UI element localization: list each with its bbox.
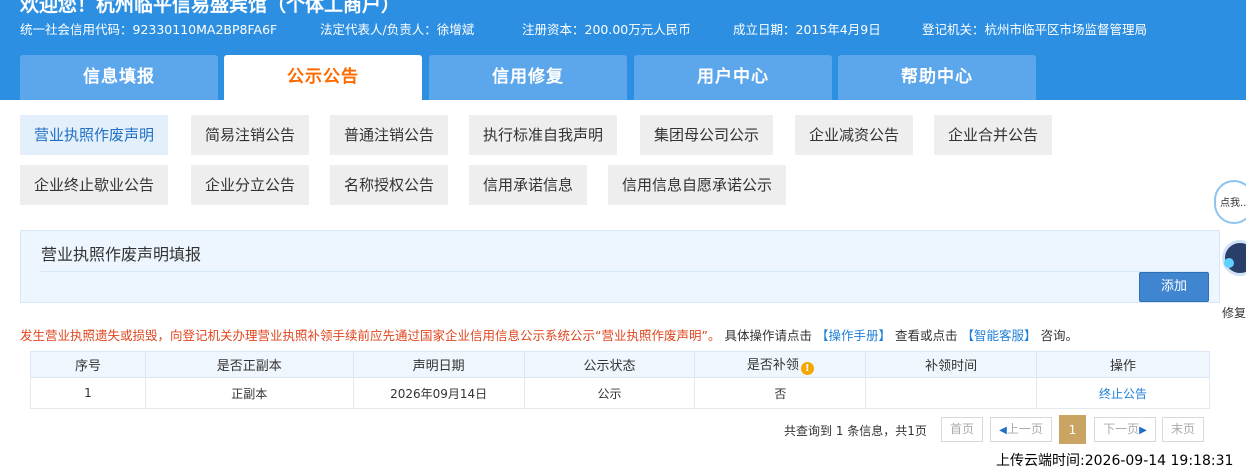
category-standard-declaration[interactable]: 执行标准自我声明	[469, 115, 618, 155]
assistant-bubble[interactable]: 点我...	[1214, 180, 1246, 224]
col-header-copy: 是否正副本	[144, 351, 354, 378]
category-capital-reduction[interactable]: 企业减资公告	[795, 115, 914, 155]
established-date: 成立日期：2015年4月9日	[733, 22, 881, 37]
tab-user-center[interactable]: 用户中心	[634, 55, 832, 100]
notice-part2: 查看或点击	[894, 328, 958, 343]
col-header-action: 操作	[1036, 351, 1210, 378]
smart-assistant[interactable]: 点我... 修复	[1214, 180, 1246, 320]
last-page-button[interactable]: 末页	[1162, 417, 1204, 442]
manual-link[interactable]: 【操作手册】	[816, 328, 891, 343]
info-icon[interactable]: !	[800, 362, 814, 375]
category-name-authorization[interactable]: 名称授权公告	[330, 165, 449, 205]
col-header-date: 声明日期	[352, 351, 525, 378]
notice-part3: 咨询。	[1040, 328, 1078, 343]
category-termination[interactable]: 企业终止歇业公告	[20, 165, 169, 205]
next-page-label: 下一页	[1103, 422, 1140, 436]
category-simple-cancel[interactable]: 简易注销公告	[191, 115, 310, 155]
upload-time: 上传云端时间:2026-09-14 19:18:31	[996, 453, 1234, 469]
next-page-button[interactable]: 下一页▶	[1094, 417, 1156, 442]
pager-summary: 共查询到 1 条信息，共1页	[784, 424, 927, 438]
first-page-button[interactable]: 首页	[941, 417, 983, 442]
cell-reissue: 否	[694, 377, 867, 409]
panel-divider	[41, 271, 1209, 272]
cell-reissue-time	[865, 377, 1038, 409]
credit-code: 统一社会信用代码：92330110MA2BP8FA6F	[20, 22, 278, 37]
tab-info-report[interactable]: 信息填报	[20, 55, 218, 100]
category-merger[interactable]: 企业合并公告	[934, 115, 1053, 155]
prev-page-button[interactable]: ◀上一页	[990, 417, 1052, 442]
category-normal-cancel[interactable]: 普通注销公告	[330, 115, 449, 155]
table-header-row: 序号 是否正副本 声明日期 公示状态 是否补领! 补领时间 操作	[30, 351, 1210, 378]
form-panel: 营业执照作废声明填报	[20, 230, 1220, 303]
tab-public-notice[interactable]: 公示公告	[224, 55, 422, 100]
table-row: 1 正副本 2026年09月14日 公示 否 终止公告	[30, 377, 1210, 409]
chevron-right-icon: ▶	[1139, 425, 1147, 436]
category-voluntary-commitment[interactable]: 信用信息自愿承诺公示	[608, 165, 787, 205]
cell-status: 公示	[523, 377, 696, 409]
registered-capital: 注册资本：200.00万元人民币	[522, 22, 691, 37]
page-header: 欢迎您！杭州临平信易盛宾馆（个体工商户） 统一社会信用代码：92330110MA…	[0, 0, 1246, 100]
declaration-table: 序号 是否正副本 声明日期 公示状态 是否补领! 补领时间 操作 1 正副本 2…	[30, 351, 1210, 409]
category-license-void[interactable]: 营业执照作废声明	[20, 115, 169, 155]
welcome-title: 欢迎您！杭州临平信易盛宾馆（个体工商户）	[20, 0, 401, 16]
col-header-reissue-time: 补领时间	[865, 351, 1038, 378]
category-group-parent[interactable]: 集团母公司公示	[640, 115, 774, 155]
robot-eye-icon	[1224, 258, 1234, 268]
chevron-left-icon: ◀	[999, 425, 1007, 436]
col-header-status: 公示状态	[523, 351, 696, 378]
cell-date: 2026年09月14日	[352, 377, 525, 409]
category-credit-commitment[interactable]: 信用承诺信息	[469, 165, 588, 205]
terminate-notice-link[interactable]: 终止公告	[1036, 377, 1210, 409]
smart-service-link[interactable]: 【智能客服】	[961, 328, 1036, 343]
col-header-no: 序号	[30, 351, 146, 378]
assistant-label: 修复	[1222, 306, 1246, 320]
notice-warning: 发生营业执照遗失或损毁，向登记机关办理营业执照补领手续前应先通过国家企业信用信息…	[20, 328, 721, 343]
registration-authority: 登记机关：杭州市临平区市场监督管理局	[922, 22, 1148, 37]
tab-credit-repair[interactable]: 信用修复	[429, 55, 627, 100]
legal-representative: 法定代表人/负责人：徐增斌	[320, 22, 475, 37]
col-header-reissue-label: 是否补领	[746, 358, 799, 373]
current-page[interactable]: 1	[1059, 415, 1086, 444]
add-button[interactable]: 添加	[1139, 272, 1209, 302]
prev-page-label: 上一页	[1006, 422, 1043, 436]
notice-part1: 具体操作请点击	[724, 328, 812, 343]
notice-text: 发生营业执照遗失或损毁，向登记机关办理营业执照补领手续前应先通过国家企业信用信息…	[20, 325, 1078, 344]
tab-help-center[interactable]: 帮助中心	[838, 55, 1036, 100]
cell-copy: 正副本	[144, 377, 354, 409]
panel-title: 营业执照作废声明填报	[41, 245, 202, 264]
cell-no: 1	[30, 377, 146, 409]
col-header-reissue: 是否补领!	[694, 351, 867, 378]
category-division[interactable]: 企业分立公告	[191, 165, 310, 205]
